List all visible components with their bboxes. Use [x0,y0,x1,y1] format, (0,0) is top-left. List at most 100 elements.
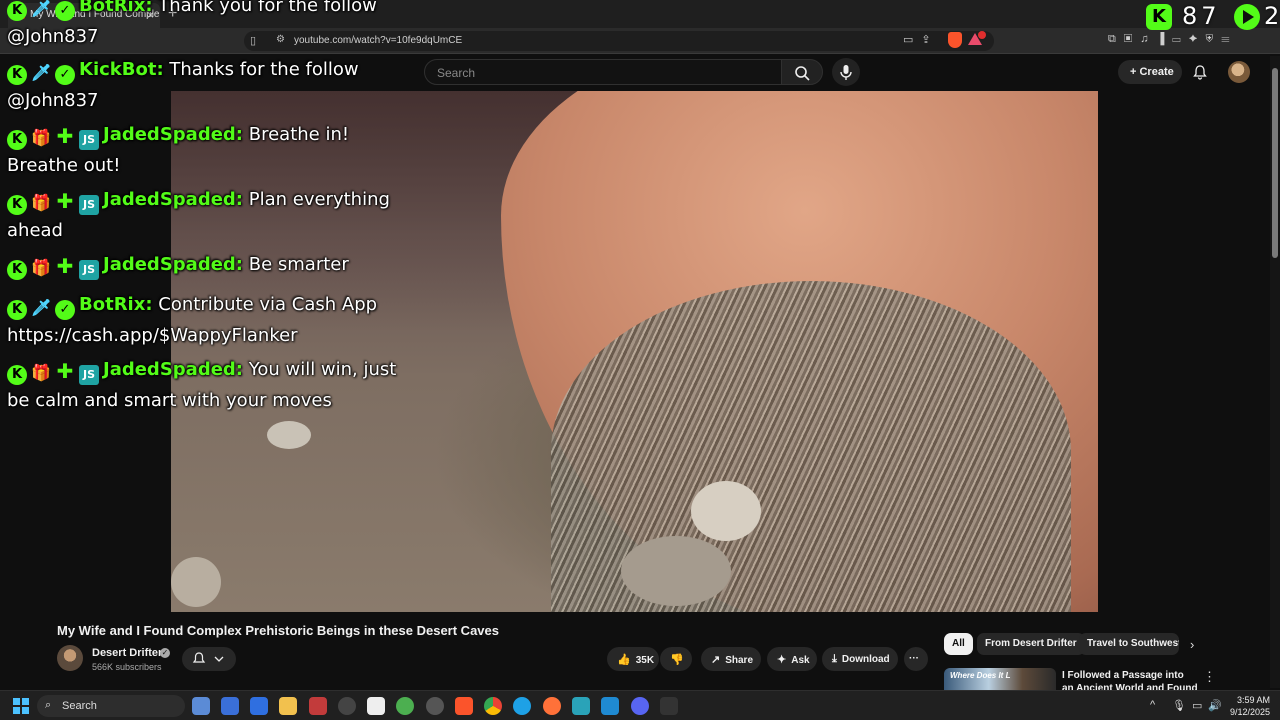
gift-badge-icon: 🎁 [31,128,51,147]
channel-name[interactable]: Desert Drifter [92,647,162,659]
taskbar-app-chrome[interactable] [484,697,502,715]
like-count: 35K [635,655,655,666]
taskbar-app-obs[interactable] [426,697,444,715]
dislike-button[interactable]: 👎 [660,647,692,671]
search-input[interactable]: Search [424,59,782,85]
taskbar-app-netflix[interactable] [309,697,327,715]
voice-search-button[interactable] [832,58,860,86]
taskbar-app-discord[interactable] [631,697,649,715]
bell-icon [192,652,224,663]
video-title: My Wife and I Found Complex Prehistoric … [57,623,499,638]
page-scrollbar[interactable] [1270,56,1280,688]
chat-badges: K 🎁 ✚ JS [7,359,103,387]
channel-avatar[interactable] [57,645,83,671]
new-tab-button[interactable]: + [168,5,177,23]
chip-all[interactable]: All [944,633,973,655]
browser-toolbar: ▯ ⚙ youtube.com/watch?v=10fe9dqUmCE ▭⇪ ⧉… [0,28,1280,54]
video-player[interactable] [171,91,1098,612]
browser-tab-title: My Wife and I Found Comple [30,9,160,20]
windows-icon[interactable] [13,698,29,714]
bookmark-icon[interactable]: ▯ [250,34,256,47]
verified-icon: ✓ [160,648,170,658]
download-icon: ⤓ [832,653,837,665]
kick-badge-icon: K [7,300,27,320]
extension-icons[interactable]: ⧉▣♫▐▭✦⛨☰ [1108,33,1238,46]
recommendation-menu-icon[interactable]: ⋮ [1203,669,1216,685]
tray-volume-icon[interactable]: 🔊 [1208,699,1222,712]
taskbar-app-firefox[interactable] [543,697,561,715]
share-label: Share [725,655,754,666]
chip-from-channel[interactable]: From Desert Drifter [977,633,1085,655]
brave-shield-icon[interactable] [948,32,962,48]
taskbar-app-arduino[interactable] [572,697,590,715]
ask-button[interactable]: ✦ Ask [767,647,817,671]
tray-mic-icon[interactable]: 🎙 [1172,699,1186,712]
taskbar-app-timer[interactable] [338,697,356,715]
taskbar-app-remote[interactable] [250,697,268,715]
like-button[interactable]: 👍 35K [607,647,659,671]
stone [691,481,761,541]
kick-badge-icon: K [7,195,27,215]
account-avatar[interactable] [1228,61,1250,83]
tray-network-icon[interactable]: ▭ [1192,699,1202,712]
taskbar-app-explorer[interactable] [279,697,297,715]
subscriber-badge-icon: JS [79,130,99,150]
taskbar-app-outlook[interactable] [221,697,239,715]
taskbar-app-widgets[interactable] [192,697,210,715]
more-actions-button[interactable]: ··· [904,647,928,671]
taskbar-app-shield[interactable] [396,697,414,715]
kick-badge-icon: K [7,365,27,385]
video-meta: My Wife and I Found Complex Prehistoric … [0,612,1270,690]
subscriber-badge-icon: JS [79,195,99,215]
site-settings-icon[interactable]: ⚙ [276,34,285,45]
recommendation-title[interactable]: I Followed a Passage into an Ancient Wor… [1062,669,1198,690]
create-button[interactable]: + Create [1118,60,1182,84]
browser-tabstrip: My Wife and I Found Comple × + [0,0,1280,28]
plus-badge-icon: ✚ [56,189,74,213]
clock-time: 3:59 AM [1236,695,1270,705]
taskbar-app-vscode[interactable] [601,697,619,715]
taskbar-clock[interactable]: 3:59 AM 9/12/2025 [1226,694,1270,718]
chat-username: BotRix: [79,294,153,315]
search-button[interactable] [781,59,823,85]
create-label: Create [1139,66,1174,78]
scrollbar-thumb[interactable] [1272,68,1278,258]
stone [171,557,221,607]
youtube-favicon-icon [15,11,25,19]
taskbar-app-brave[interactable] [455,697,473,715]
plus-badge-icon: ✚ [56,359,74,383]
search-icon [795,66,810,81]
plus-badge-icon: ✚ [56,124,74,148]
bell-icon[interactable] [1192,64,1208,80]
address-url[interactable]: youtube.com/watch?v=10fe9dqUmCE [294,35,462,46]
taskbar-app-capcut[interactable] [367,697,385,715]
taskbar-search[interactable]: ⌕ Search [37,695,185,717]
chat-badges: K 🗡 ✓ [7,294,79,322]
close-tab-icon[interactable]: × [147,8,154,22]
chevron-right-icon[interactable]: › [1190,637,1194,652]
dislike-icon: 👎 [670,654,684,666]
like-icon: 👍 [617,654,631,666]
chat-badges: K 🎁 ✚ JS [7,124,103,152]
taskbar-app-other[interactable] [660,697,678,715]
address-bar[interactable]: ▯ ⚙ youtube.com/watch?v=10fe9dqUmCE [244,31,994,51]
windows-taskbar: ⌕ Search ^ 🎙 ▭ 🔊 3:59 AM 9/12/2025 [0,690,1280,720]
rewards-badge [978,31,986,39]
mic-icon [840,65,852,80]
ask-icon: ✦ [777,654,787,666]
download-button[interactable]: ⤓ Download [822,647,898,671]
browser-tab-youtube[interactable]: My Wife and I Found Comple × [8,3,160,28]
recommendation-thumbnail[interactable]: Where Does It L [944,668,1056,690]
stone [267,421,311,449]
channel-subscribers: 566K subscribers [92,662,162,672]
share-button[interactable]: ↗ Share [701,647,761,671]
share-icon: ↗ [711,654,721,666]
taskbar-app-edge[interactable] [513,697,531,715]
sword-badge-icon: 🗡 [31,298,52,317]
notifications-button[interactable] [182,647,236,671]
page-actions-icons[interactable]: ▭⇪ [903,33,939,46]
kick-badge-icon: K [7,130,27,150]
chip-travel[interactable]: Travel to Southweste [1079,633,1179,655]
tray-chevron-icon[interactable]: ^ [1150,699,1155,711]
screen: My Wife and I Found Comple × + ▯ ⚙ youtu… [0,0,1280,720]
